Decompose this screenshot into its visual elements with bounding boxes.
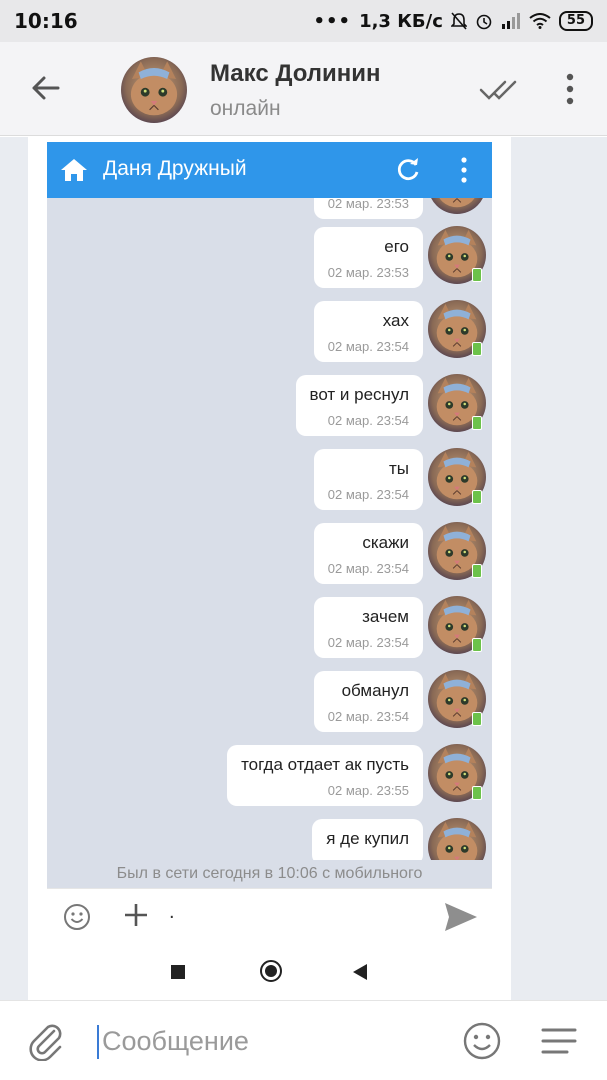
mute-icon [450,12,467,30]
message-input[interactable] [102,1021,432,1061]
message-text: его [384,237,409,256]
message-time: 02 мар. 23:54 [327,413,409,428]
online-indicator-icon [472,638,482,652]
message-time: 02 мар. 23:54 [327,635,409,650]
plus-icon[interactable] [123,902,149,928]
sender-avatar [428,198,486,214]
send-icon[interactable] [444,902,478,932]
status-indicators: ••• 1,3 КБ/с 55 [314,11,593,32]
online-indicator-icon [472,564,482,578]
embedded-contact-name: Даня Дружный [103,157,247,180]
menu-icon[interactable] [541,1026,577,1056]
message-time: 02 мар. 23:54 [327,339,409,354]
emoji-icon[interactable] [63,903,91,931]
alarm-icon [476,14,492,30]
emoji-icon[interactable] [462,1021,502,1061]
message-text: ты [388,459,409,478]
nav-back-icon [353,964,367,980]
text-cursor [97,1025,99,1059]
message-text: обманул [341,681,409,700]
contact-avatar[interactable] [121,57,187,123]
paperclip-icon[interactable] [28,1021,66,1061]
message-time: 02 мар. 23:54 [327,709,409,724]
battery-indicator: 55 [558,11,593,31]
notification-dots-icon: ••• [313,10,352,32]
message-text: вот и реснул [309,385,410,404]
refresh-icon[interactable] [395,157,421,183]
wifi-icon [529,13,551,29]
message-text: зачем [362,607,409,626]
home-button-icon [260,960,282,982]
message-text: я де купил [326,829,409,848]
message-bubble: я де купил [312,819,423,865]
message-text: скажи [362,533,409,552]
contact-name[interactable]: Макс Долинин [210,60,381,88]
double-check-icon[interactable] [479,78,519,102]
online-indicator-icon [472,268,482,282]
message-bubble: обманул 02 мар. 23:54 [313,671,423,732]
chat-header: Макс Долинин онлайн [0,42,607,136]
message-bubble: скажи 02 мар. 23:54 [313,523,423,584]
message-bubble: . 02 мар. 23:53 [313,198,423,219]
message-text: хах [382,311,409,330]
embedded-input-bar: . [47,888,492,944]
online-indicator-icon [472,490,482,504]
network-speed: 1,3 КБ/с [359,10,443,32]
message-time: 02 мар. 23:54 [327,561,409,576]
status-bar: 10:16 ••• 1,3 КБ/с 55 [0,0,607,42]
online-indicator-icon [472,786,482,800]
online-indicator-icon [472,712,482,726]
online-indicator-icon [472,342,482,356]
message-bubble: ты 02 мар. 23:54 [313,449,423,510]
message-time: 02 мар. 23:55 [327,783,409,798]
contact-status: онлайн [210,97,281,120]
message-bubble: вот и реснул 02 мар. 23:54 [295,375,423,436]
status-time: 10:16 [14,9,78,33]
message-text: тогда отдает ак пусть [241,755,409,774]
message-bubble: его 02 мар. 23:53 [313,227,423,288]
message-time: 02 мар. 23:54 [327,487,409,502]
message-bubble: тогда отдает ак пусть 02 мар. 23:55 [227,745,423,806]
last-seen-status: Был в сети сегодня в 10:06 с мобильного [47,860,492,888]
embedded-input-text: . [169,901,175,923]
online-indicator-icon [472,416,482,430]
message-time: 02 мар. 23:53 [327,265,409,280]
chat-area: . 02 мар. 23:53 его 02 мар. 23:53 хах 02… [0,137,607,1000]
embedded-header: Даня Дружный [47,142,492,198]
embedded-nav-bar [47,944,492,1000]
message-bubble: хах 02 мар. 23:54 [313,301,423,362]
attached-screenshot[interactable]: . 02 мар. 23:53 его 02 мар. 23:53 хах 02… [28,137,511,1000]
recents-icon [171,965,185,979]
more-vertical-icon[interactable] [556,72,584,106]
message-time: 02 мар. 23:53 [327,198,409,211]
message-bubble: зачем 02 мар. 23:54 [313,597,423,658]
message-composer [0,1000,607,1080]
signal-icon [501,13,520,29]
home-icon[interactable] [60,158,88,182]
back-arrow-icon[interactable] [28,70,64,106]
more-vertical-icon[interactable] [454,156,474,184]
embedded-message-list: . 02 мар. 23:53 его 02 мар. 23:53 хах 02… [47,198,492,888]
